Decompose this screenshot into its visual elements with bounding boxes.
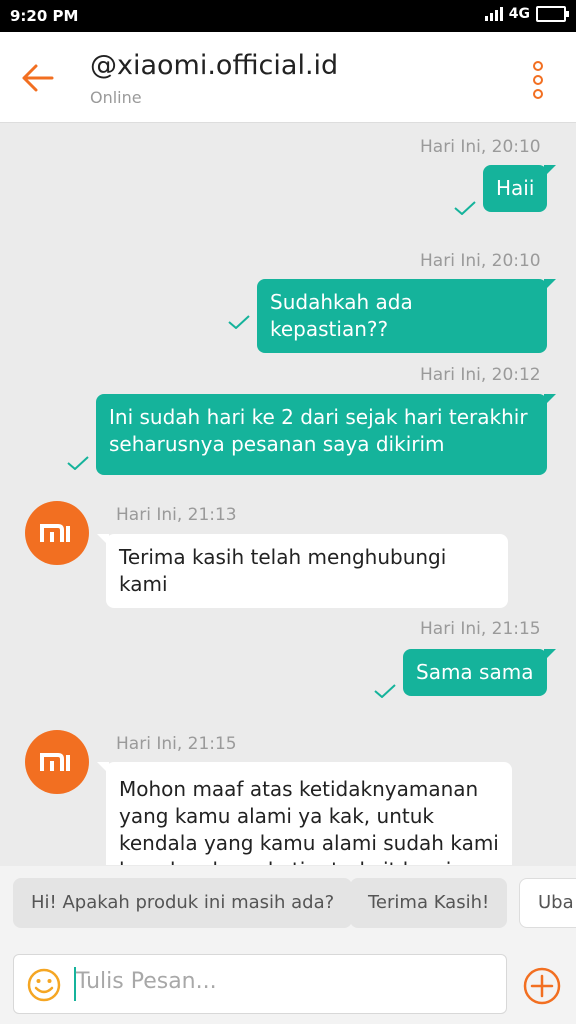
message-bubble-incoming[interactable]: Mohon maaf atas ketidaknyamanan yang kam… [97,762,512,865]
shop-avatar[interactable] [25,730,89,794]
message-timestamp: Hari Ini, 20:10 [420,251,541,271]
mi-logo-icon [40,753,70,771]
check-icon [67,456,89,470]
message-input[interactable]: Tulis Pesan... [13,954,507,1014]
chat-title: @xiaomi.official.id [90,50,339,81]
message-bubble-outgoing[interactable]: Sama sama [403,649,556,696]
emoji-icon[interactable] [26,967,62,1003]
message-timestamp: Hari Ini, 20:12 [420,365,541,385]
quick-reply-chip[interactable]: Terima Kasih! [350,878,508,928]
chat-header: @xiaomi.official.id Online [0,32,576,123]
quick-reply-chip[interactable]: Uba [519,878,576,928]
status-icons: 4G [484,6,569,22]
quick-reply-chip[interactable]: Hi! Apakah produk ini masih ada? [13,878,353,928]
message-bubble-outgoing[interactable]: Ini sudah hari ke 2 dari sejak hari tera… [96,394,556,475]
battery-icon [536,6,569,22]
add-attachment-icon[interactable] [522,966,562,1006]
message-bubble-outgoing[interactable]: Haii [483,165,556,212]
message-timestamp: Hari Ini, 21:15 [116,734,237,754]
message-timestamp: Hari Ini, 20:10 [420,137,541,157]
composer-bar: Tulis Pesan... [0,944,576,1024]
network-label: 4G [508,6,530,22]
check-icon [228,315,250,329]
online-status: Online [90,88,142,107]
check-icon [454,201,476,215]
status-bar: 9:20 PM 4G [0,0,576,32]
message-bubble-incoming[interactable]: Terima kasih telah menghubungi kami [97,534,508,608]
more-options-icon[interactable] [530,60,546,100]
back-arrow-icon[interactable] [18,58,58,98]
message-timestamp: Hari Ini, 21:13 [116,505,237,525]
shop-avatar[interactable] [25,501,89,565]
signal-icon [484,7,503,21]
message-bubble-outgoing[interactable]: Sudahkah ada kepastian?? [257,279,556,353]
quick-replies-bar: Hi! Apakah produk ini masih ada? Terima … [0,866,576,944]
chat-messages[interactable]: Hari Ini, 20:10 Haii Hari Ini, 20:10 Sud… [0,123,576,865]
mi-logo-icon [40,524,70,542]
message-timestamp: Hari Ini, 21:15 [420,619,541,639]
check-icon [374,684,396,698]
status-time: 9:20 PM [10,7,79,25]
input-placeholder: Tulis Pesan... [76,969,217,994]
